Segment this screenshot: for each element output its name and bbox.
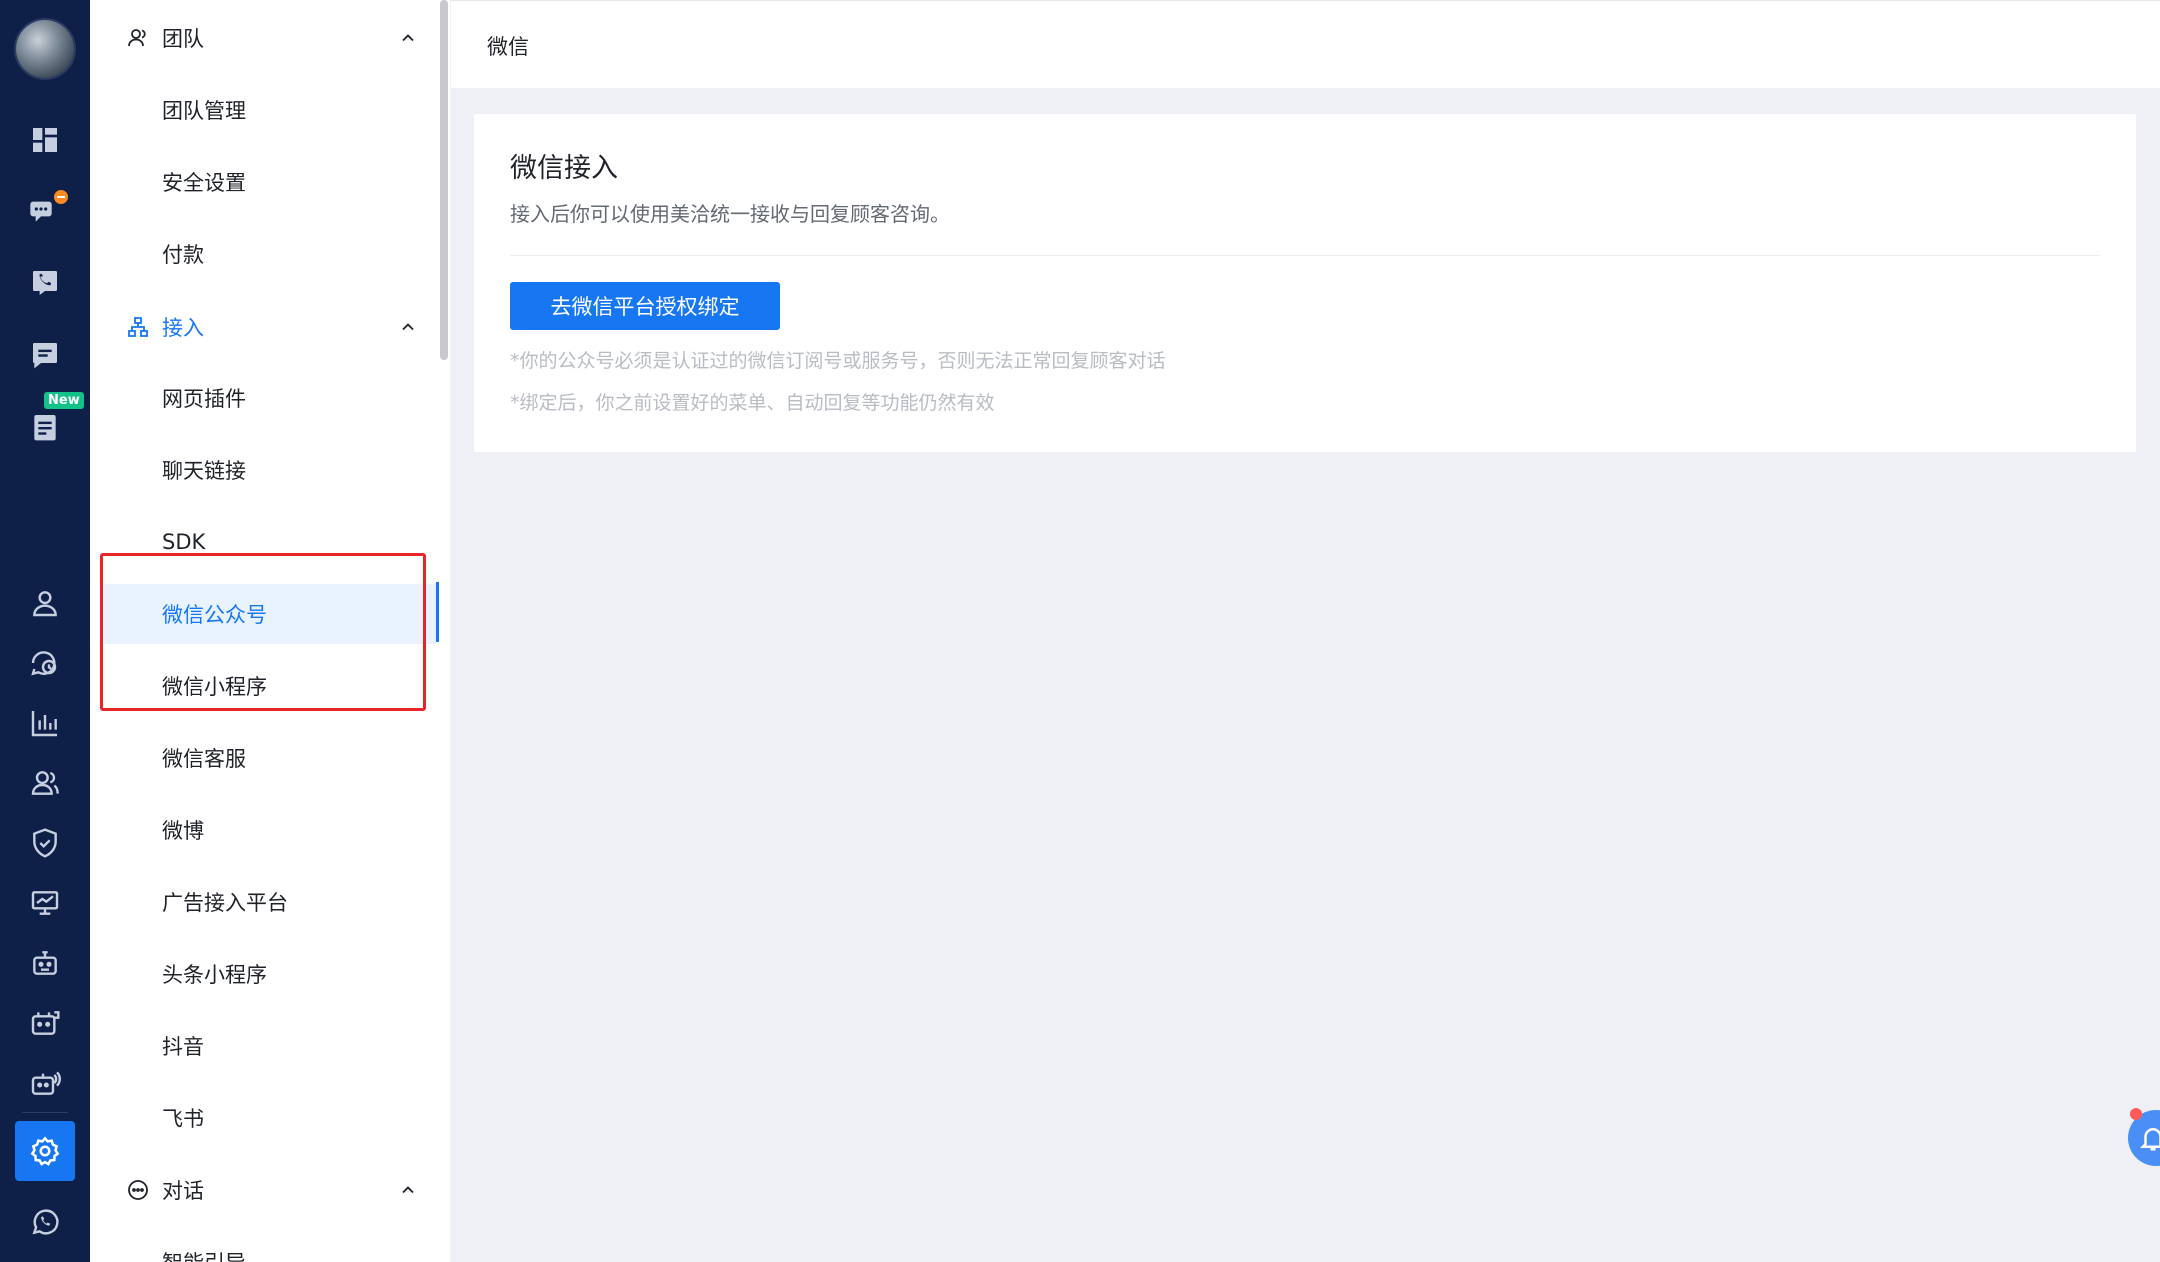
menu-item-security-settings[interactable]: 安全设置	[90, 152, 450, 212]
menu-item-label: 安全设置	[162, 171, 246, 195]
notification-badge	[52, 188, 70, 206]
analytics-icon[interactable]	[0, 693, 90, 753]
menu-item-web-plugin[interactable]: 网页插件	[90, 368, 450, 428]
whatsapp-icon[interactable]	[0, 1192, 90, 1252]
menu-item-sdk[interactable]: SDK	[90, 512, 450, 572]
menu-item-wechat-customer-service[interactable]: 微信客服	[90, 728, 450, 788]
menu-item-label: 微信公众号	[162, 603, 267, 627]
menu-item-label: 飞书	[162, 1107, 204, 1131]
menu-item-label: 抖音	[162, 1035, 204, 1059]
menu-item-label: 微博	[162, 819, 204, 843]
user-avatar[interactable]	[16, 20, 74, 78]
menu-item-feishu[interactable]: 飞书	[90, 1088, 450, 1148]
menu-group-label: 接入	[162, 316, 204, 340]
menu-item-label: 广告接入平台	[162, 891, 288, 915]
menu-item-label: 微信小程序	[162, 675, 267, 699]
team-icon	[128, 29, 146, 47]
menu-item-ad-platform[interactable]: 广告接入平台	[90, 872, 450, 932]
menu-item-label: SDK	[162, 530, 206, 554]
menu-scrollbar[interactable]	[440, 0, 448, 360]
sitemap-icon	[128, 317, 148, 337]
team-icon[interactable]	[0, 753, 90, 813]
settings-icon[interactable]	[15, 1121, 75, 1181]
contacts-icon[interactable]	[0, 573, 90, 633]
icon-rail: New	[0, 0, 90, 1262]
menu-group-label: 团队	[162, 27, 204, 51]
menu-group-integration[interactable]: 接入	[90, 291, 450, 363]
menu-item-label: 团队管理	[162, 99, 246, 123]
menu-item-payment[interactable]: 付款	[90, 224, 450, 284]
menu-item-label: 头条小程序	[162, 963, 267, 987]
chevron-up-icon[interactable]	[398, 28, 418, 48]
robot-icon[interactable]	[0, 933, 90, 993]
menu-item-label: 微信客服	[162, 747, 246, 771]
card-note: *绑定后，你之前设置好的菜单、自动回复等功能仍然有效	[510, 392, 995, 414]
history-icon[interactable]	[0, 633, 90, 693]
menu-group-dialog[interactable]: 对话	[90, 1154, 450, 1226]
monitor-icon[interactable]	[0, 873, 90, 933]
menu-item-team-management[interactable]: 团队管理	[90, 80, 450, 140]
menu-item-wechat-official-account[interactable]: 微信公众号	[104, 584, 436, 644]
menu-item-label: 网页插件	[162, 387, 246, 411]
chevron-up-icon[interactable]	[398, 1180, 418, 1200]
menu-item-label: 智能引导	[162, 1247, 246, 1262]
settings-menu: 团队 团队管理 安全设置 付款 接入 网页插件 聊天链接 SDK 微信公众号 微…	[90, 0, 450, 1262]
page-title: 微信	[487, 35, 529, 59]
bell-icon	[2139, 1128, 2160, 1151]
phone-icon[interactable]	[0, 253, 90, 313]
menu-item-smart-guide[interactable]: 智能引导	[90, 1232, 450, 1262]
card-note: *你的公众号必须是认证过的微信订阅号或服务号，否则无法正常回复顾客对话	[510, 350, 1166, 372]
menu-group-label: 对话	[162, 1179, 204, 1203]
security-icon[interactable]	[0, 813, 90, 873]
chevron-up-icon[interactable]	[398, 317, 418, 337]
menu-item-label: 聊天链接	[162, 459, 246, 483]
card-title: 微信接入	[510, 153, 618, 184]
divider	[510, 255, 2100, 256]
page-header: 微信	[451, 0, 2160, 88]
menu-item-toutiao-mini-program[interactable]: 头条小程序	[90, 944, 450, 1004]
chat-bubbles-icon[interactable]	[0, 181, 90, 241]
robot-chat-icon[interactable]	[0, 993, 90, 1053]
dashboard-icon[interactable]	[0, 110, 90, 170]
card-description: 接入后你可以使用美洽统一接收与回复顾客咨询。	[510, 202, 950, 226]
wechat-integration-card: 微信接入 接入后你可以使用美洽统一接收与回复顾客咨询。 去微信平台授权绑定 *你…	[474, 114, 2136, 452]
menu-item-label: 付款	[162, 243, 204, 267]
selected-indicator	[436, 582, 439, 642]
menu-group-team[interactable]: 团队	[90, 2, 450, 74]
notification-dot	[2130, 1108, 2142, 1120]
robot-voice-icon[interactable]	[0, 1053, 90, 1113]
menu-item-wechat-mini-program[interactable]: 微信小程序	[90, 656, 450, 716]
menu-item-douyin[interactable]: 抖音	[90, 1016, 450, 1076]
rail-divider	[22, 1112, 68, 1113]
new-badge: New	[44, 392, 84, 409]
authorize-bind-button[interactable]: 去微信平台授权绑定	[510, 282, 780, 330]
chat-dots-icon	[128, 1180, 148, 1200]
menu-item-chat-link[interactable]: 聊天链接	[90, 440, 450, 500]
menu-item-weibo[interactable]: 微博	[90, 800, 450, 860]
message-icon[interactable]	[0, 325, 90, 385]
